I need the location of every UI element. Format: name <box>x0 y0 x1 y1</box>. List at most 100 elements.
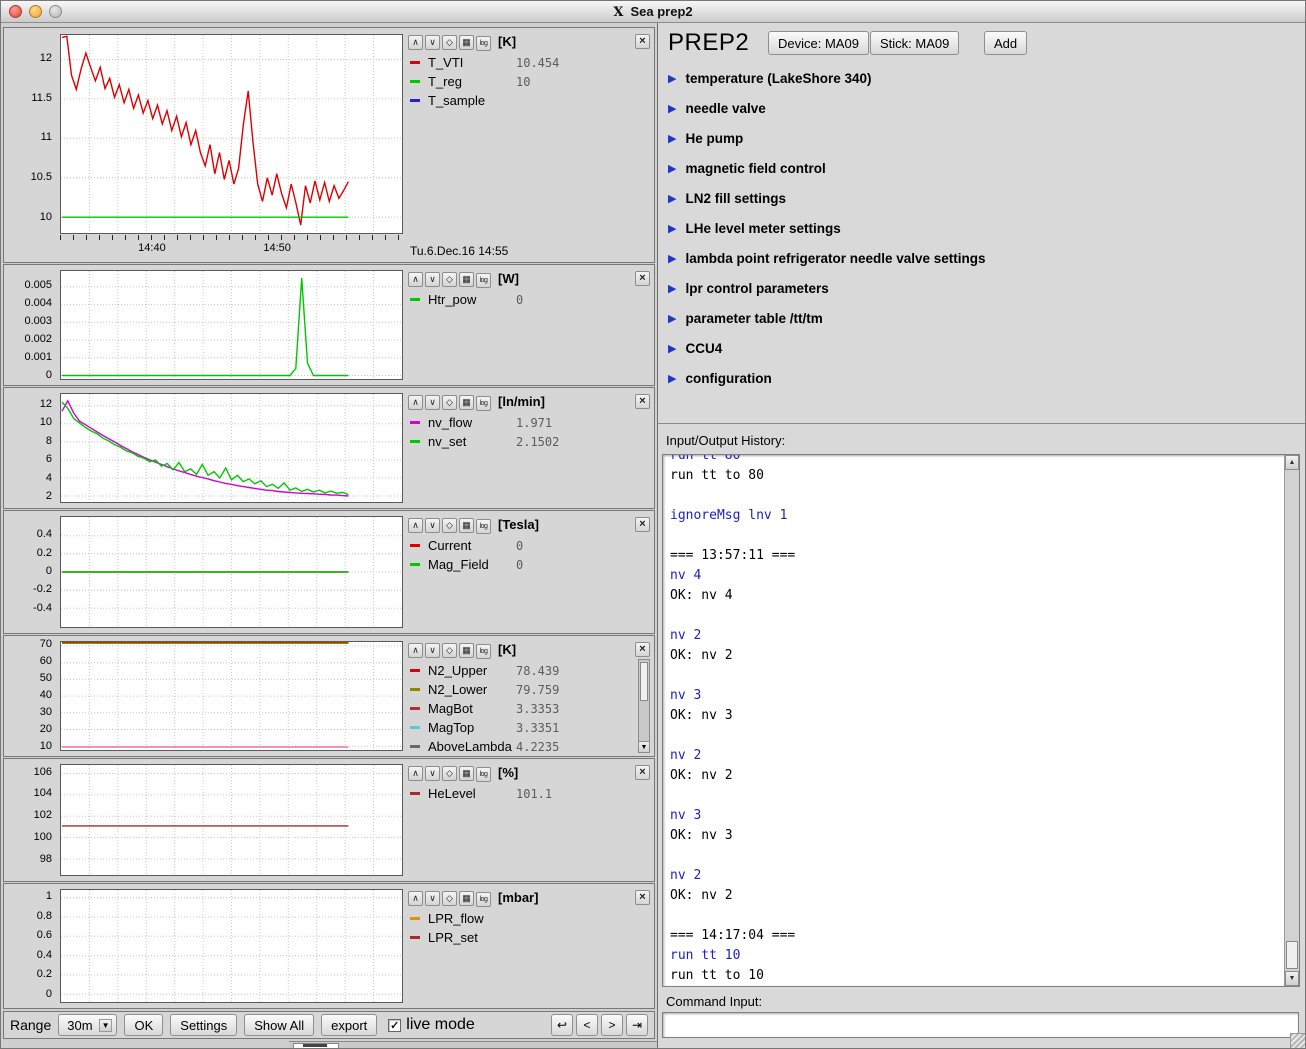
expand-arrow-icon[interactable]: ▶ <box>668 342 676 355</box>
legend-entry[interactable]: MagTop3.3351 <box>408 718 636 737</box>
expand-arrow-icon[interactable]: ▶ <box>668 132 676 145</box>
zoom-panel-button[interactable]: ◇ <box>442 272 457 287</box>
legend-entry[interactable]: T_sample <box>408 91 650 110</box>
legend-entry[interactable]: LPR_flow <box>408 909 650 928</box>
zoom-panel-button[interactable]: ◇ <box>442 891 457 906</box>
expand-arrow-icon[interactable]: ▶ <box>668 372 676 385</box>
move-panel-down-button[interactable]: ∨ <box>425 518 440 533</box>
log-scale-button[interactable]: log <box>476 273 491 288</box>
panel-grid-button[interactable]: ▦ <box>459 35 474 50</box>
move-panel-up-button[interactable]: ∧ <box>408 272 423 287</box>
chart-plot-temperature[interactable] <box>60 34 403 234</box>
close-icon[interactable]: × <box>635 394 650 409</box>
menu-item[interactable]: ▶lpr control parameters <box>658 273 1306 303</box>
menu-item[interactable]: ▶He pump <box>658 123 1306 153</box>
zoom-panel-button[interactable]: ◇ <box>442 395 457 410</box>
move-panel-down-button[interactable]: ∨ <box>425 395 440 410</box>
chart-plot-n2-temps[interactable] <box>60 641 403 751</box>
log-scale-button[interactable]: log <box>476 396 491 411</box>
menu-item[interactable]: ▶lambda point refrigerator needle valve … <box>658 243 1306 273</box>
legend-entry[interactable]: AboveLambda4.2235 <box>408 737 636 756</box>
log-scale-button[interactable]: log <box>476 36 491 51</box>
jump-to-end-button[interactable]: ⇥ <box>626 1014 648 1036</box>
legend-entry[interactable]: Htr_pow0 <box>408 290 650 309</box>
legend-entry[interactable]: Mag_Field0 <box>408 555 650 574</box>
zoom-panel-button[interactable]: ◇ <box>442 643 457 658</box>
log-scale-button[interactable]: log <box>476 644 491 659</box>
show-all-button[interactable]: Show All <box>244 1014 314 1036</box>
chart-plot-heater[interactable] <box>60 270 403 380</box>
legend-entry[interactable]: N2_Upper78.439 <box>408 661 636 680</box>
close-icon[interactable]: × <box>635 642 650 657</box>
legend-entry[interactable]: N2_Lower79.759 <box>408 680 636 699</box>
move-panel-up-button[interactable]: ∧ <box>408 518 423 533</box>
legend-entry[interactable]: nv_flow1.971 <box>408 413 650 432</box>
menu-item[interactable]: ▶needle valve <box>658 93 1306 123</box>
range-select[interactable]: 30m ▼ <box>58 1014 117 1036</box>
ok-button[interactable]: OK <box>124 1014 163 1036</box>
stick-button[interactable]: Stick: MA09 <box>870 31 959 55</box>
menu-item[interactable]: ▶CCU4 <box>658 333 1306 363</box>
legend-scrollbar[interactable]: ▼ <box>638 659 650 753</box>
move-panel-up-button[interactable]: ∧ <box>408 766 423 781</box>
expand-arrow-icon[interactable]: ▶ <box>668 252 676 265</box>
close-icon[interactable]: × <box>635 34 650 49</box>
scroll-up-icon[interactable]: ▲ <box>1285 455 1299 470</box>
command-input[interactable] <box>662 1012 1299 1038</box>
panel-grid-button[interactable]: ▦ <box>459 272 474 287</box>
panel-grid-button[interactable]: ▦ <box>459 891 474 906</box>
move-panel-up-button[interactable]: ∧ <box>408 395 423 410</box>
move-panel-up-button[interactable]: ∧ <box>408 643 423 658</box>
zoom-panel-button[interactable]: ◇ <box>442 35 457 50</box>
scroll-down-icon[interactable]: ▼ <box>639 741 649 752</box>
move-panel-down-button[interactable]: ∨ <box>425 891 440 906</box>
move-panel-down-button[interactable]: ∨ <box>425 35 440 50</box>
expand-arrow-icon[interactable]: ▶ <box>668 192 676 205</box>
console-scrollbar[interactable]: ▲ ▼ <box>1284 455 1299 986</box>
move-panel-up-button[interactable]: ∧ <box>408 891 423 906</box>
legend-entry[interactable]: MagBot3.3353 <box>408 699 636 718</box>
legend-entry[interactable]: T_reg10 <box>408 72 650 91</box>
move-panel-up-button[interactable]: ∧ <box>408 35 423 50</box>
panel-grid-button[interactable]: ▦ <box>459 643 474 658</box>
menu-item[interactable]: ▶LN2 fill settings <box>658 183 1306 213</box>
expand-arrow-icon[interactable]: ▶ <box>668 72 676 85</box>
menu-item[interactable]: ▶magnetic field control <box>658 153 1306 183</box>
panel-grid-button[interactable]: ▦ <box>459 518 474 533</box>
legend-entry[interactable]: Current0 <box>408 536 650 555</box>
close-icon[interactable]: × <box>635 765 650 780</box>
expand-arrow-icon[interactable]: ▶ <box>668 162 676 175</box>
panel-grid-button[interactable]: ▦ <box>459 395 474 410</box>
resize-grip[interactable] <box>1290 1033 1305 1048</box>
legend-entry[interactable]: T_VTI10.454 <box>408 53 650 72</box>
close-icon[interactable]: × <box>635 890 650 905</box>
log-scale-button[interactable]: log <box>476 767 491 782</box>
close-icon[interactable]: × <box>635 271 650 286</box>
menu-item[interactable]: ▶temperature (LakeShore 340) <box>658 63 1306 93</box>
move-panel-down-button[interactable]: ∨ <box>425 643 440 658</box>
menu-item[interactable]: ▶configuration <box>658 363 1306 393</box>
expand-arrow-icon[interactable]: ▶ <box>668 282 676 295</box>
expand-arrow-icon[interactable]: ▶ <box>668 102 676 115</box>
settings-button[interactable]: Settings <box>170 1014 237 1036</box>
step-forward-button[interactable]: > <box>601 1014 623 1036</box>
log-scale-button[interactable]: log <box>476 519 491 534</box>
live-mode-checkbox[interactable]: ✓ <box>388 1019 401 1032</box>
chart-plot-magnet[interactable] <box>60 516 403 628</box>
panel-grid-button[interactable]: ▦ <box>459 766 474 781</box>
device-button[interactable]: Device: MA09 <box>768 31 869 55</box>
export-button[interactable]: export <box>321 1014 377 1036</box>
expand-arrow-icon[interactable]: ▶ <box>668 222 676 235</box>
live-mode-toggle[interactable]: ✓ live mode <box>388 1016 474 1034</box>
legend-entry[interactable]: LPR_set <box>408 928 650 947</box>
legend-entry[interactable]: HeLevel101.1 <box>408 784 650 803</box>
zoom-panel-button[interactable]: ◇ <box>442 518 457 533</box>
log-scale-button[interactable]: log <box>476 892 491 907</box>
chart-plot-he-level[interactable] <box>60 764 403 876</box>
close-icon[interactable]: × <box>635 517 650 532</box>
chart-plot-lpr[interactable] <box>60 889 403 1003</box>
legend-entry[interactable]: nv_set2.1502 <box>408 432 650 451</box>
legend-scrollbar-thumb[interactable] <box>640 662 648 701</box>
chart-plot-nv-flow[interactable] <box>60 393 403 503</box>
zoom-panel-button[interactable]: ◇ <box>442 766 457 781</box>
